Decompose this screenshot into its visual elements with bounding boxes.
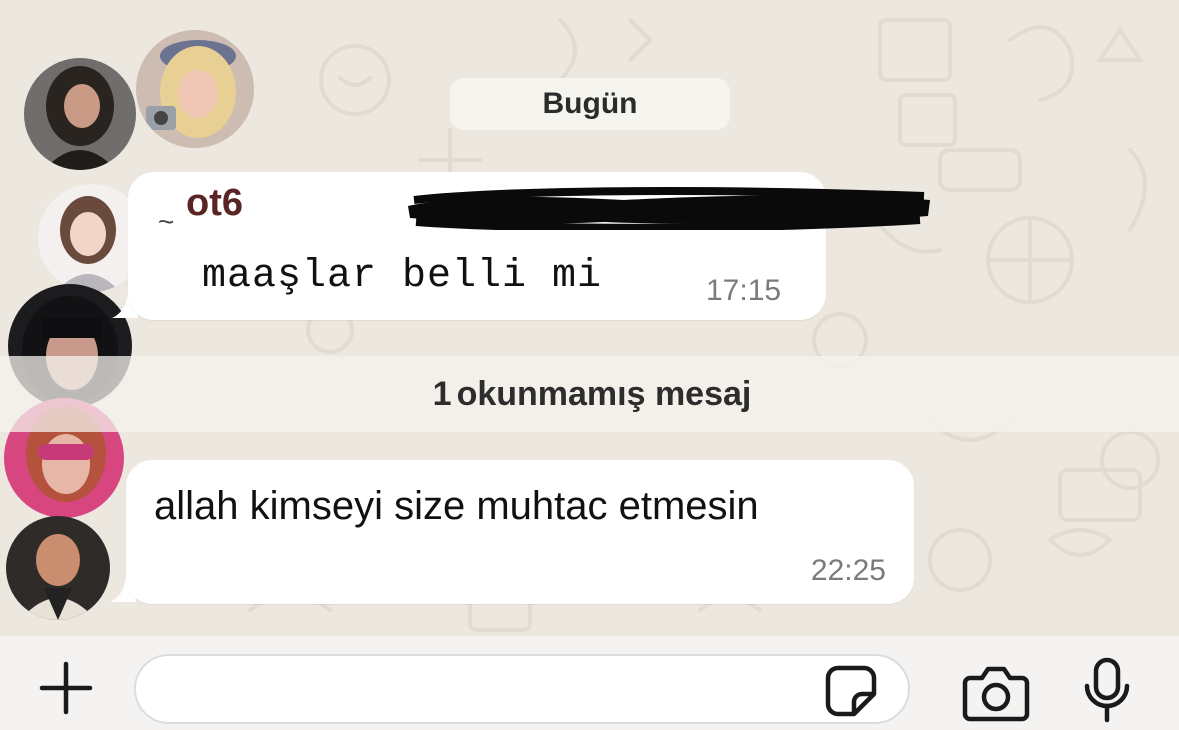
unread-messages-banner: 1 okunmamış mesaj: [0, 356, 1179, 432]
plus-icon[interactable]: [38, 660, 94, 716]
camera-icon[interactable]: [962, 664, 1030, 722]
message-text: maaşlar belli mi: [202, 254, 603, 299]
sticker-icon[interactable]: [824, 664, 878, 718]
date-separator: Bugün: [450, 78, 730, 130]
microphone-icon[interactable]: [1082, 656, 1132, 726]
message-time: 17:15: [706, 274, 782, 307]
sender-name[interactable]: ot6: [186, 182, 243, 225]
incoming-message[interactable]: ~ ot6 maaşlar belli mi 17:15: [128, 172, 930, 320]
message-time: 22:25: [810, 554, 886, 587]
participant-avatar[interactable]: [136, 30, 254, 148]
incoming-message[interactable]: allah kimseyi size muhtac etmesin 22:25: [126, 460, 914, 604]
unread-label: okunmamış mesaj: [456, 374, 752, 413]
participant-avatar[interactable]: [24, 58, 136, 170]
sender-prefix: ~: [158, 206, 175, 237]
message-input[interactable]: [134, 654, 910, 724]
unread-count: 1: [432, 374, 452, 413]
participant-avatar[interactable]: [6, 516, 110, 620]
redaction-scribble: [408, 187, 930, 230]
message-text: allah kimseyi size muhtac etmesin: [154, 484, 759, 528]
